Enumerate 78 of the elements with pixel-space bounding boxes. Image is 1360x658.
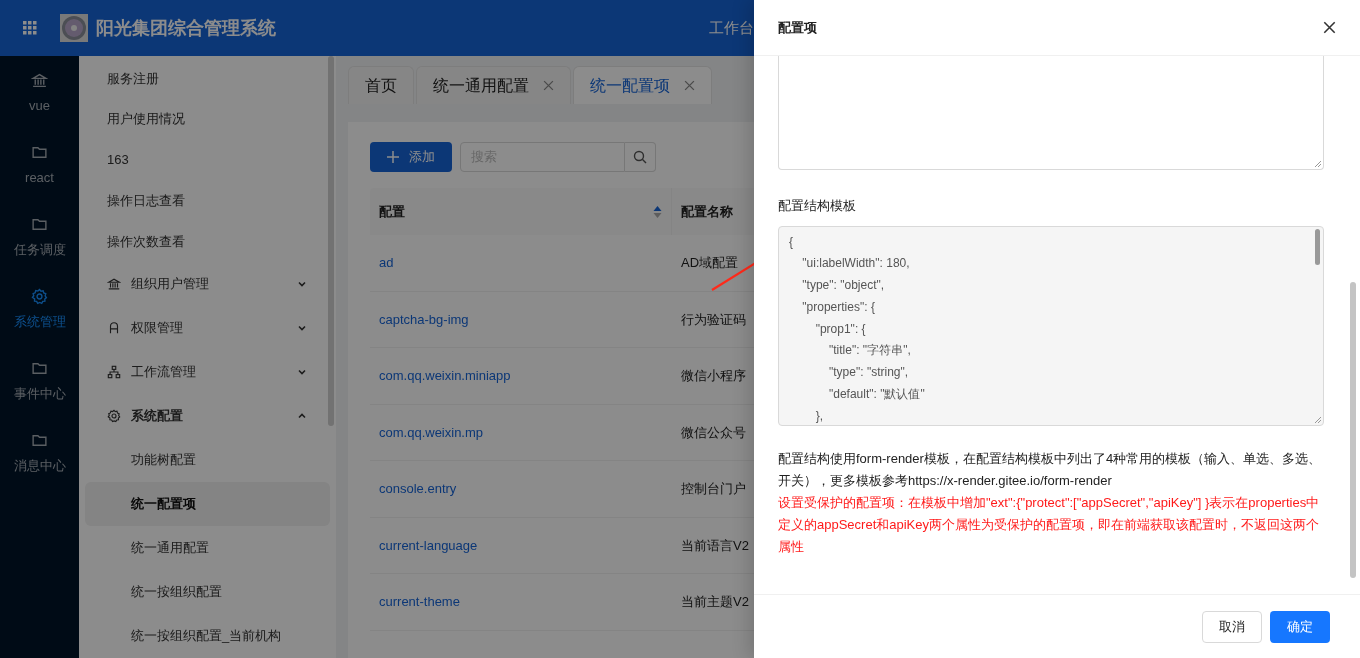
- confirm-button[interactable]: 确定: [1270, 610, 1330, 643]
- code-line: },: [814, 407, 823, 425]
- table-cell-text: 控制台门户: [681, 480, 746, 498]
- code-line: "title": "字符串",: [828, 342, 911, 360]
- table-cell-text: 微信小程序: [681, 367, 746, 385]
- scrollbar[interactable]: [328, 56, 334, 426]
- code-line: "type": "object",: [801, 277, 885, 295]
- sort-icon[interactable]: [653, 204, 662, 219]
- code-area[interactable]: { "ui:labelWidth": 180, "type": "object", "properties": { "prop1": { "title": "字符串", "type": "string", "default": "默认值" },: [778, 225, 1324, 426]
- code-line: "default": "默认值": [828, 386, 925, 404]
- scrollbar[interactable]: [1315, 228, 1320, 265]
- column-header[interactable]: 配置: [370, 188, 672, 235]
- table-cell-text: 微信公众号: [681, 423, 746, 442]
- submenu-item[interactable]: 统一配置项: [85, 482, 330, 526]
- table-cell-text: 行为验证码: [681, 310, 746, 329]
- table-cell-text: 当前主题V2: [681, 593, 749, 611]
- submenu-item[interactable]: 统一按组织配置_当前机构: [85, 614, 330, 658]
- menu-item[interactable]: 163: [85, 139, 330, 181]
- menu-group[interactable]: 工作流管理: [85, 350, 330, 394]
- apps-grid-icon[interactable]: [23, 21, 37, 35]
- close-icon[interactable]: [1323, 21, 1336, 34]
- search-icon[interactable]: [633, 150, 647, 164]
- code-line: "prop1": {: [814, 320, 866, 338]
- add-button[interactable]: 添加: [370, 142, 452, 172]
- resize-handle-icon[interactable]: [1314, 160, 1321, 167]
- scrollbar[interactable]: [1350, 282, 1356, 578]
- config-link[interactable]: ad: [379, 253, 394, 273]
- menu-item[interactable]: 操作次数查看: [85, 221, 330, 262]
- folder-icon: [31, 216, 48, 233]
- bank-icon: [107, 277, 121, 291]
- submenu-item[interactable]: 统一通用配置: [85, 526, 330, 570]
- menu-group[interactable]: 系统配置: [85, 394, 330, 438]
- rail-item[interactable]: vue: [0, 56, 79, 128]
- config-link[interactable]: current-language: [379, 535, 478, 555]
- config-link[interactable]: captcha-bg-img: [379, 309, 469, 329]
- rail-item[interactable]: 消息中心: [0, 416, 79, 488]
- page-tab[interactable]: 首页: [348, 66, 414, 104]
- rail-item[interactable]: 事件中心: [0, 344, 79, 416]
- submenu-item[interactable]: 功能树配置: [85, 438, 330, 482]
- user-icon: [107, 321, 121, 335]
- page-tab[interactable]: 统一通用配置: [416, 66, 571, 104]
- description-text: 配置结构使用form-render模板，在配置结构模板中列出了4种常用的模板（输入、单选、多选、开关），更多模板参考https://x-render.gitee.io/form-render: [778, 449, 1323, 490]
- logo-icon: [60, 14, 88, 42]
- bank-icon: [31, 72, 48, 89]
- config-link[interactable]: com.qq.weixin.mp: [379, 422, 484, 442]
- table-cell-text: 当前语言V2: [681, 536, 749, 555]
- drawer-title: 配置项: [778, 18, 817, 37]
- settings-icon: [31, 288, 48, 305]
- config-link[interactable]: com.qq.weixin.miniapp: [379, 366, 511, 386]
- config-link[interactable]: console.entry: [379, 479, 457, 499]
- field-label: 配置结构模板: [778, 197, 857, 215]
- nav-item[interactable]: 工作台: [709, 16, 754, 40]
- resize-handle-icon[interactable]: [1314, 415, 1321, 423]
- menu-group[interactable]: 组织用户管理: [85, 262, 330, 306]
- settings-icon: [107, 409, 121, 423]
- plus-icon: [387, 151, 399, 163]
- rail-item[interactable]: react: [0, 128, 79, 200]
- code-line: {: [789, 233, 793, 251]
- hierarchy-icon: [107, 365, 121, 379]
- cancel-button[interactable]: 取消: [1202, 610, 1262, 643]
- code-line: "ui:labelWidth": 180,: [801, 255, 910, 273]
- folder-icon: [31, 144, 48, 161]
- table-cell-text: AD域配置: [681, 254, 739, 272]
- rail-item[interactable]: 任务调度: [0, 200, 79, 272]
- config-link[interactable]: current-theme: [379, 592, 460, 612]
- menu-item[interactable]: 用户使用情况: [85, 98, 330, 140]
- menu-item[interactable]: 操作日志查看: [85, 180, 330, 222]
- submenu-item[interactable]: 统一按组织配置: [85, 570, 330, 614]
- warning-text: 设置受保护的配置项：在模板中增加"ext":{"protect":["appSecret","apiKey"] }表示在properties中定义的appSecret和apiKey两个属性为受保护的配置项，即在前端获取该配置时，不返回这两个属性: [778, 493, 1321, 556]
- folder-icon: [31, 432, 48, 449]
- folder-icon: [31, 360, 48, 377]
- page-tab[interactable]: 统一配置项: [573, 66, 712, 104]
- menu-group[interactable]: 权限管理: [85, 306, 330, 350]
- code-line: "type": "string",: [828, 364, 909, 382]
- code-line: "properties": {: [801, 298, 875, 316]
- search-button[interactable]: [625, 142, 656, 172]
- app-title: 阳光集团综合管理系统: [96, 16, 276, 40]
- menu-item[interactable]: 服务注册: [85, 58, 330, 99]
